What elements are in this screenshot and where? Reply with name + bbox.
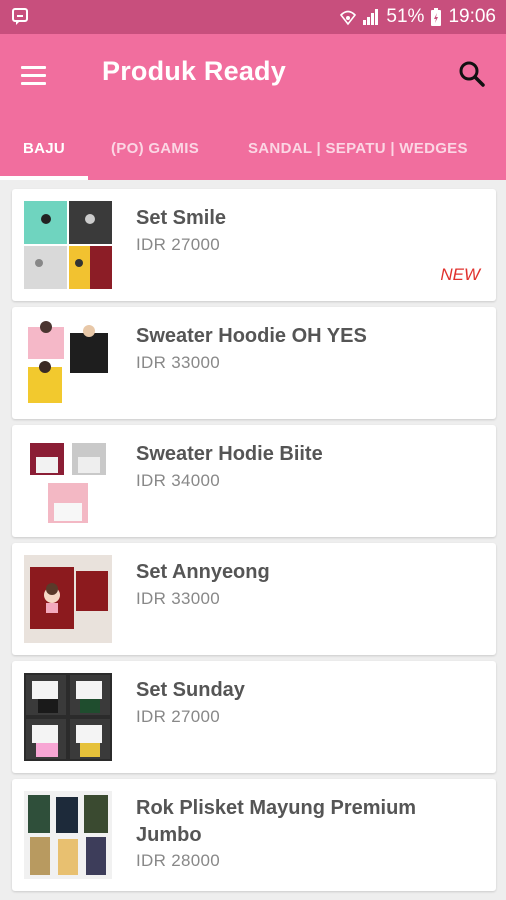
product-price: IDR 34000 xyxy=(136,471,220,490)
product-name: Set Smile xyxy=(136,207,227,229)
clock: 19:06 xyxy=(448,6,496,27)
product-image xyxy=(24,437,112,525)
search-icon[interactable] xyxy=(456,58,488,90)
tab-sandal-sepatu-wedges[interactable]: SANDAL | SEPATU | WEDGES xyxy=(248,116,468,180)
status-bar: 51% 19:06 xyxy=(0,0,506,34)
product-name: Sweater Hoodie OH YES xyxy=(136,325,367,347)
product-card[interactable]: Set Smile IDR 27000 NEW xyxy=(12,189,496,301)
battery-icon xyxy=(430,7,442,27)
product-image xyxy=(24,319,112,407)
menu-icon[interactable] xyxy=(18,60,48,90)
product-image xyxy=(24,673,112,761)
product-price: IDR 33000 xyxy=(136,589,220,608)
product-card[interactable]: Sweater Hoodie OH YES IDR 33000 xyxy=(12,307,496,419)
product-card[interactable]: Set Sunday IDR 27000 xyxy=(12,661,496,773)
product-card[interactable]: Set Annyeong IDR 33000 xyxy=(12,543,496,655)
signal-icon xyxy=(362,8,380,26)
tab-po-gamis[interactable]: (PO) GAMIS xyxy=(111,116,199,180)
new-badge: NEW xyxy=(440,265,480,284)
page-title: Produk Ready xyxy=(102,56,286,86)
product-name: Rok Plisket Mayung Premium Jumbo xyxy=(136,797,417,846)
product-name: Set Annyeong xyxy=(136,561,270,583)
product-list: Set Smile IDR 27000 NEW Sweater Hoodie O… xyxy=(0,180,506,900)
tab-baju[interactable]: BAJU xyxy=(23,116,65,180)
product-price: IDR 33000 xyxy=(136,353,220,372)
product-card[interactable]: Rok Plisket Mayung Premium Jumbo IDR 280… xyxy=(12,779,496,891)
product-name: Set Sunday xyxy=(136,679,245,701)
product-card[interactable]: Sweater Hodie Biite IDR 34000 xyxy=(12,425,496,537)
category-tabs: BAJU (PO) GAMIS SANDAL | SEPATU | WEDGES xyxy=(0,116,506,180)
battery-percent: 51% xyxy=(386,6,425,27)
notification-icon xyxy=(12,8,28,26)
product-image xyxy=(24,791,112,879)
product-name: Sweater Hodie Biite xyxy=(136,443,323,465)
product-image xyxy=(24,201,112,289)
product-price: IDR 28000 xyxy=(136,851,220,870)
wifi-icon xyxy=(340,8,357,26)
product-price: IDR 27000 xyxy=(136,707,220,726)
product-image xyxy=(24,555,112,643)
product-price: IDR 27000 xyxy=(136,235,220,254)
app-bar: Produk Ready xyxy=(0,34,506,116)
